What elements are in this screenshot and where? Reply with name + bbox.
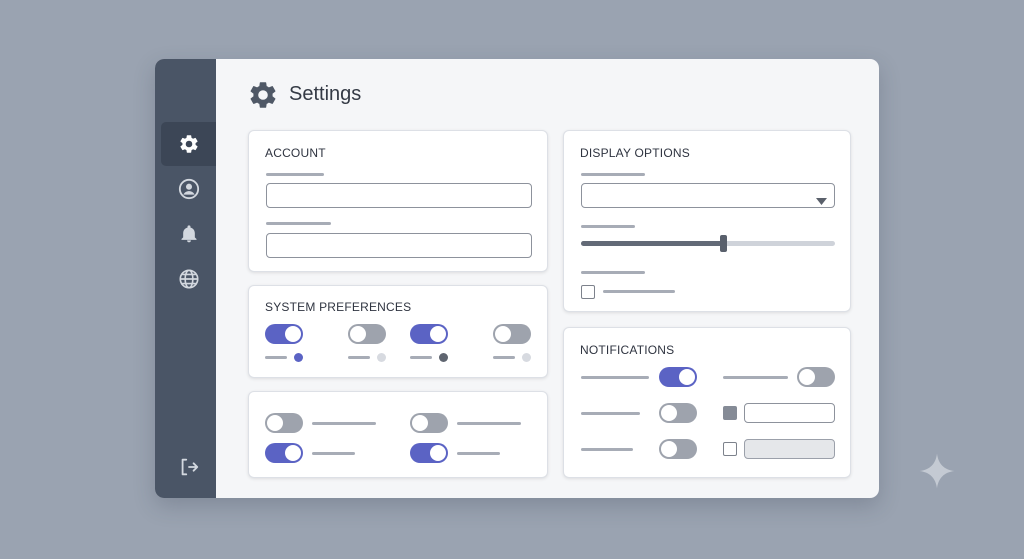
account-card-title: ACCOUNT [265,146,326,160]
checkbox-label-placeholder [603,290,675,293]
slider-label-placeholder [581,225,635,228]
toggle-knob [799,369,815,385]
notification-disabled-field [744,439,835,459]
settings-title-gear-icon [247,79,279,111]
toggle-option-1[interactable] [265,413,303,433]
toggles-card [248,391,548,478]
toggle-label-placeholder [457,422,521,425]
status-dot [377,353,386,362]
toggle-caption-placeholder [410,356,432,359]
display-options-card-title: DISPLAY OPTIONS [580,146,690,160]
toggle-knob [285,326,301,342]
toggle-knob [661,441,677,457]
account-field-1[interactable] [266,183,532,208]
system-preference-toggle-1[interactable] [265,324,303,344]
toggle-label-placeholder [312,452,355,455]
field-label-placeholder [266,173,324,176]
toggle-knob [495,326,511,342]
sidebar-item-settings[interactable] [161,122,216,166]
toggle-caption-placeholder [493,356,515,359]
globe-icon [178,268,200,290]
slider-fill [581,241,723,246]
toggle-knob [679,369,695,385]
sparkle-icon [918,452,956,495]
toggle-label-placeholder [457,452,500,455]
notification-toggle-2[interactable] [797,367,835,387]
notification-checkbox-1[interactable] [723,406,737,420]
notification-toggle-3[interactable] [659,403,697,423]
toggle-knob [285,445,301,461]
checkbox-group-label-placeholder [581,271,645,274]
sidebar-item-language[interactable] [161,257,216,301]
chevron-down-icon [816,192,827,210]
display-slider[interactable] [581,235,835,252]
sidebar-item-notifications[interactable] [161,212,216,256]
display-options-card: DISPLAY OPTIONS [563,130,851,312]
toggle-option-2[interactable] [410,413,448,433]
notification-input[interactable] [744,403,835,423]
toggle-option-4[interactable] [410,443,448,463]
notification-checkbox-2[interactable] [723,442,737,456]
bell-icon [179,224,199,244]
notification-label-placeholder [581,412,640,415]
toggle-caption-placeholder [348,356,370,359]
system-preference-toggle-4[interactable] [493,324,531,344]
page-title: Settings [289,83,362,105]
toggle-option-3[interactable] [265,443,303,463]
notification-label-placeholder [723,376,788,379]
field-label-placeholder [266,222,331,225]
notification-label-placeholder [581,448,633,451]
display-dropdown[interactable] [581,183,835,208]
system-preferences-card-title: SYSTEM PREFERENCES [265,300,412,314]
toggle-label-placeholder [312,422,376,425]
toggle-knob [267,415,283,431]
notification-toggle-1[interactable] [659,367,697,387]
logout-button[interactable] [161,445,216,489]
system-preference-toggle-2[interactable] [348,324,386,344]
slider-thumb[interactable] [720,235,727,252]
system-preferences-card: SYSTEM PREFERENCES [248,285,548,378]
toggle-knob [412,415,428,431]
toggle-caption-placeholder [265,356,287,359]
notification-label-placeholder [581,376,649,379]
status-dot [439,353,448,362]
field-label-placeholder [581,173,645,176]
system-preference-toggle-3[interactable] [410,324,448,344]
gear-icon [178,133,200,155]
toggle-knob [350,326,366,342]
toggle-knob [430,445,446,461]
status-dot [522,353,531,362]
sidebar [155,59,216,498]
logout-icon [178,456,200,478]
user-icon [178,178,200,200]
toggle-knob [430,326,446,342]
display-checkbox[interactable] [581,285,595,299]
status-dot [294,353,303,362]
notifications-card-title: NOTIFICATIONS [580,343,675,357]
account-field-2[interactable] [266,233,532,258]
notification-toggle-4[interactable] [659,439,697,459]
account-card: ACCOUNT [248,130,548,272]
toggle-knob [661,405,677,421]
settings-window: Settings ACCOUNT SYSTEM PREFERENCES DISP… [155,59,879,498]
sidebar-item-profile[interactable] [161,167,216,211]
notifications-card: NOTIFICATIONS [563,327,851,478]
